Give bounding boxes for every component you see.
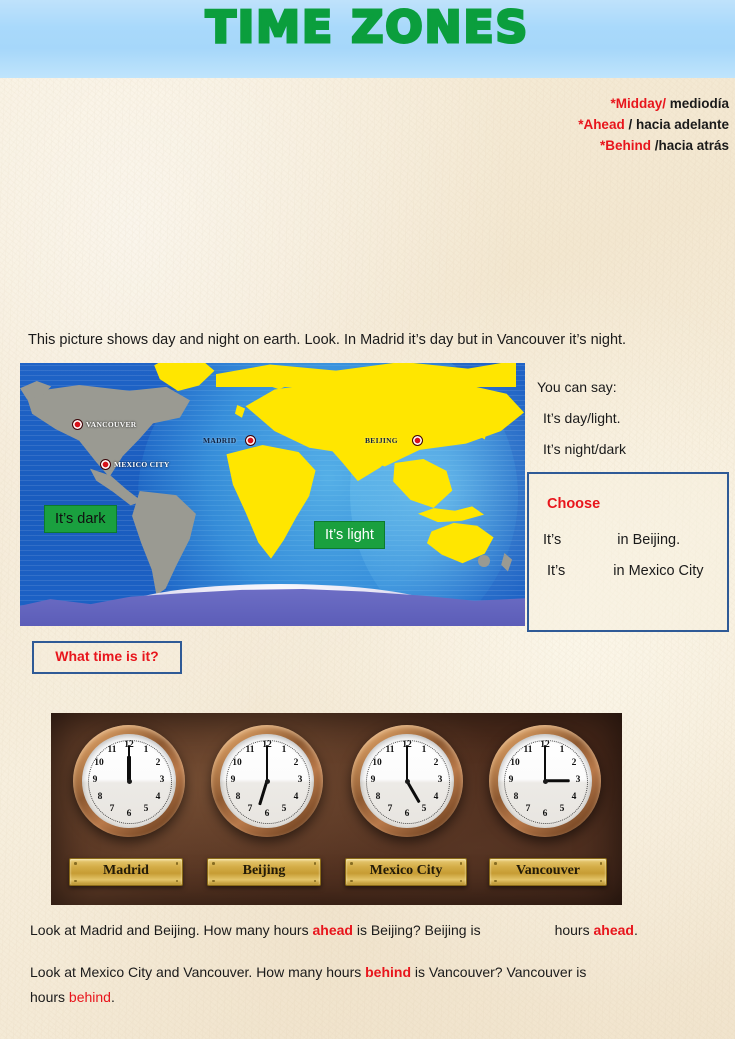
nameplate-label-madrid: Madrid — [103, 863, 149, 878]
question-behind-keyword-1: behind — [365, 964, 412, 980]
clock-face-mexico-city: 12 1 2 3 4 5 6 7 8 9 10 11 — [360, 734, 454, 828]
question-ahead-keyword-2: ahead — [593, 922, 634, 938]
vocab-translation-midday: mediodía — [665, 96, 729, 111]
vocab-item-midday: *Midday/ mediodía — [469, 93, 729, 114]
map-marker-vancouver — [72, 419, 83, 430]
nameplate-mexico-city: Mexico City — [345, 858, 467, 886]
clock-vancouver: 12 1 2 3 4 5 6 7 8 9 10 11 — [489, 725, 601, 837]
nameplate-label-beijing: Beijing — [242, 863, 286, 878]
page-title: TIME ZONES — [204, 1, 530, 55]
you-can-say-block: You can say: It’s day/light. It’s night/… — [537, 372, 732, 465]
map-marker-mexico-city — [100, 459, 111, 470]
intro-text: This picture shows day and night on eart… — [28, 332, 627, 348]
clock-center-pin-beijing — [264, 778, 270, 784]
clock-face-vancouver: 12 1 2 3 4 5 6 7 8 9 10 11 — [498, 734, 592, 828]
clock-center-pin-mexico-city — [404, 778, 410, 784]
vocab-term-midday: *Midday/ — [610, 96, 666, 111]
question-behind: Look at Mexico City and Vancouver. How m… — [30, 960, 730, 1010]
clock-mexico-city: 12 1 2 3 4 5 6 7 8 9 10 11 — [351, 725, 463, 837]
nameplate-vancouver: Vancouver — [489, 858, 607, 886]
clock-madrid: 12 1 2 3 4 5 6 7 8 9 10 11 — [73, 725, 185, 837]
question-ahead-part-4: . — [633, 922, 638, 938]
question-ahead: Look at Madrid and Beijing. How many hou… — [30, 922, 730, 938]
question-behind-part-3: hours — [30, 989, 69, 1005]
clock-board-image: 12 1 2 3 4 5 6 7 8 9 10 11 12 1 2 3 4 5 … — [51, 713, 622, 905]
map-label-vancouver: VANCOUVER — [86, 420, 137, 429]
question-behind-part-1: Look at Mexico City and Vancouver. How m… — [30, 964, 366, 980]
vocab-translation-behind: /hacia atrás — [650, 138, 729, 153]
question-behind-part-4: . — [110, 989, 115, 1005]
vocab-translation-ahead: / hacia adelante — [624, 117, 729, 132]
vocabulary-list: *Midday/ mediodía *Ahead / hacia adelant… — [469, 93, 729, 156]
map-tag-its-light: It’s light — [314, 521, 385, 549]
map-label-madrid: MADRID — [203, 436, 237, 445]
nameplate-beijing: Beijing — [207, 858, 321, 886]
map-label-mexico-city: MEXICO CITY — [114, 460, 170, 469]
clock-hour-hand-vancouver — [545, 779, 571, 783]
nameplate-label-mexico-city: Mexico City — [369, 863, 443, 878]
you-can-say-line-2: It’s night/dark — [543, 441, 627, 457]
clock-center-pin-madrid — [126, 778, 132, 784]
map-marker-madrid — [245, 435, 256, 446]
question-ahead-part-2: is Beijing? Beijing is — [352, 922, 481, 938]
question-ahead-part-3: hours — [554, 922, 594, 938]
question-behind-part-2: is Vancouver? Vancouver is — [411, 964, 587, 980]
what-time-is-it-label: What time is it? — [55, 648, 159, 664]
question-ahead-part-1: Look at Madrid and Beijing. How many hou… — [30, 922, 313, 938]
choose-line-1-suffix: in Beijing. — [617, 532, 681, 548]
choose-line-1: It’s in Beijing. — [543, 532, 680, 548]
clock-center-pin-vancouver — [542, 778, 548, 784]
map-marker-beijing — [412, 435, 423, 446]
vocab-item-ahead: *Ahead / hacia adelante — [469, 114, 729, 135]
vocab-term-behind: *Behind — [599, 138, 651, 153]
clock-face-beijing: 12 1 2 3 4 5 6 7 8 9 10 11 — [220, 734, 314, 828]
map-landmass-tasmania — [478, 555, 490, 567]
choose-line-1-prefix: It’s — [543, 532, 562, 548]
nameplate-label-vancouver: Vancouver — [515, 863, 581, 878]
clock-face-madrid: 12 1 2 3 4 5 6 7 8 9 10 11 — [82, 734, 176, 828]
choose-line-2-suffix: in Mexico City — [613, 563, 704, 579]
nameplate-madrid: Madrid — [69, 858, 183, 886]
vocab-term-ahead: *Ahead — [578, 117, 625, 132]
choose-line-2: It’s in Mexico City — [547, 563, 704, 579]
clock-beijing: 12 1 2 3 4 5 6 7 8 9 10 11 — [211, 725, 323, 837]
world-map-image: VANCOUVER MEXICO CITY MADRID BEIJING It’… — [20, 363, 525, 626]
you-can-say-heading: You can say: — [537, 379, 617, 395]
choose-line-2-prefix: It’s — [547, 563, 566, 579]
what-time-is-it-box: What time is it? — [32, 641, 182, 674]
question-ahead-keyword-1: ahead — [312, 922, 353, 938]
page-header: TIME ZONES — [0, 0, 735, 78]
you-can-say-line-1: It’s day/light. — [543, 410, 621, 426]
choose-title: Choose — [547, 496, 601, 512]
map-label-beijing: BEIJING — [365, 436, 398, 445]
question-behind-keyword-2: behind — [68, 989, 111, 1005]
map-tag-its-dark: It’s dark — [44, 505, 117, 533]
choose-exercise-box: Choose It’s in Beijing. It’s in Mexico Cit… — [527, 472, 729, 632]
vocab-item-behind: *Behind /hacia atrás — [469, 135, 729, 156]
